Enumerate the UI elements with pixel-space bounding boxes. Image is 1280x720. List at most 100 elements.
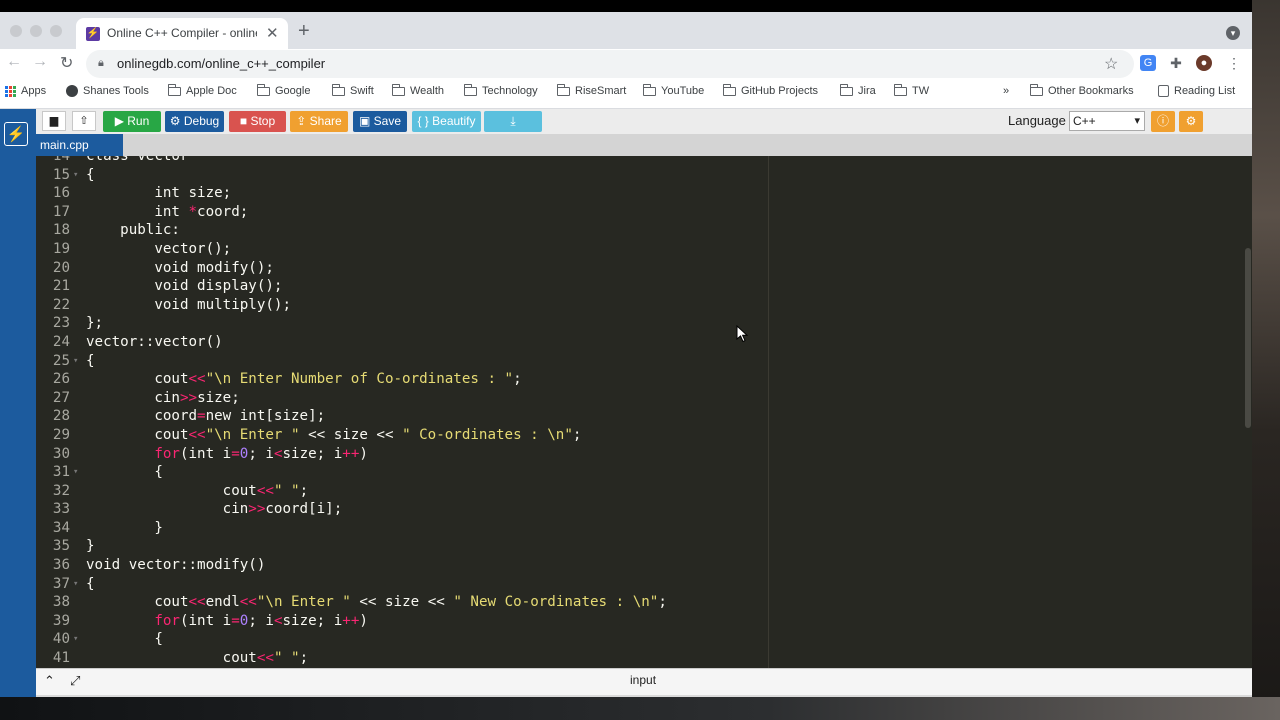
code-line[interactable]: 39 for(int i=0; i<size; i++) xyxy=(36,612,1236,631)
bookmark-swift[interactable]: Swift xyxy=(331,83,374,97)
language-select[interactable]: C++ xyxy=(1069,111,1145,131)
tab-close-icon[interactable]: ✕ xyxy=(266,24,279,42)
extensions-puzzle-icon[interactable]: ✚ xyxy=(1168,55,1184,71)
bookmark-apps[interactable]: Apps xyxy=(5,85,46,97)
code-line[interactable]: 24 vector::vector() xyxy=(36,333,1236,352)
code-line[interactable]: 22 void multiply(); xyxy=(36,296,1236,315)
code-line[interactable]: 14 class vector xyxy=(36,156,1236,166)
code-text[interactable]: vector(); xyxy=(86,240,231,259)
address-bar[interactable]: 🔒︎ onlinegdb.com/online_c++_compiler ☆ xyxy=(86,50,1134,78)
code-line[interactable]: 19 vector(); xyxy=(36,240,1236,259)
fold-toggle-icon[interactable]: ▾ xyxy=(73,630,78,649)
code-text[interactable]: { xyxy=(86,463,163,482)
bookmark-star-icon[interactable]: ☆ xyxy=(1104,54,1118,74)
browser-tab[interactable]: ⚡ Online C++ Compiler - online e ✕ xyxy=(76,18,288,49)
code-text[interactable]: { xyxy=(86,575,95,594)
reading-list-button[interactable]: Reading List xyxy=(1158,85,1235,97)
bookmark-shanes-tools[interactable]: Shanes Tools xyxy=(66,85,149,97)
code-text[interactable]: cout<<"\n Enter Number of Co-ordinates :… xyxy=(86,370,521,389)
code-text[interactable]: { xyxy=(86,352,95,371)
code-text[interactable]: { xyxy=(86,630,163,649)
bookmark-technology[interactable]: Technology xyxy=(463,83,538,97)
code-text[interactable]: for(int i=0; i<size; i++) xyxy=(86,612,368,631)
code-text[interactable]: void display(); xyxy=(86,277,282,296)
code-line[interactable]: 28 coord=new int[size]; xyxy=(36,407,1236,426)
code-lines[interactable]: 14 class vector 15 ▾{16 int size; 17 int *co… xyxy=(36,156,1236,668)
profile-avatar[interactable]: ● xyxy=(1196,55,1212,71)
bookmark-github-projects[interactable]: GitHub Projects xyxy=(722,83,818,97)
code-text[interactable]: vector::vector() xyxy=(86,333,223,352)
back-icon[interactable]: ← xyxy=(6,53,22,71)
code-text[interactable]: public: xyxy=(86,221,180,240)
code-text[interactable]: int *coord; xyxy=(86,203,248,222)
collapse-caret-icon[interactable]: ⌃ xyxy=(44,673,55,689)
run-button[interactable]: ▶ Run xyxy=(103,111,161,132)
code-text[interactable]: cout<<"\n Enter " << size << " Co-ordina… xyxy=(86,426,581,445)
forward-icon[interactable]: → xyxy=(32,53,48,71)
expand-arrows-icon[interactable]: ⤢ xyxy=(70,673,80,689)
bookmark-youtube[interactable]: YouTube xyxy=(642,83,704,97)
upload-icon[interactable]: ⇧ xyxy=(72,111,96,131)
bookmark-wealth[interactable]: Wealth xyxy=(391,83,444,97)
code-line[interactable]: 33 cin>>coord[i]; xyxy=(36,500,1236,519)
bookmark-google[interactable]: Google xyxy=(256,83,310,97)
settings-gear-icon[interactable]: ⚙ xyxy=(1179,111,1203,132)
save-button[interactable]: ▣ Save xyxy=(353,111,407,132)
code-line[interactable]: 32 cout<<" "; xyxy=(36,482,1236,501)
code-line[interactable]: 36 void vector::modify() xyxy=(36,556,1236,575)
close-window-icon[interactable] xyxy=(10,25,22,37)
file-tab-main-cpp[interactable]: main.cpp xyxy=(36,134,123,156)
fold-toggle-icon[interactable]: ▾ xyxy=(73,166,78,185)
code-line[interactable]: 30 for(int i=0; i<size; i++) xyxy=(36,445,1236,464)
code-line[interactable]: 41 cout<<" "; xyxy=(36,649,1236,668)
code-text[interactable]: cin>>size; xyxy=(86,389,239,408)
code-line[interactable]: 25 ▾ { xyxy=(36,352,1236,371)
editor-scrollbar[interactable] xyxy=(1245,248,1251,428)
fold-toggle-icon[interactable]: ▾ xyxy=(73,463,78,482)
code-text[interactable]: } xyxy=(86,537,95,556)
info-icon[interactable]: ⓘ xyxy=(1151,111,1175,132)
bookmarks-overflow-icon[interactable]: » xyxy=(1003,85,1009,97)
code-line[interactable]: 29 cout<<"\n Enter " << size << " Co-ord… xyxy=(36,426,1236,445)
code-text[interactable]: cout<<" "; xyxy=(86,482,308,501)
download-button[interactable]: ⤓ xyxy=(484,111,542,132)
debug-button[interactable]: ⚙ Debug xyxy=(165,111,224,132)
bookmark-other-bookmarks[interactable]: Other Bookmarks xyxy=(1029,83,1134,97)
tab-search-icon[interactable]: ▾ xyxy=(1226,26,1240,40)
share-button[interactable]: ⇪ Share xyxy=(290,111,348,132)
code-line[interactable]: 37 ▾ { xyxy=(36,575,1236,594)
stop-button[interactable]: ■ Stop xyxy=(229,111,286,132)
fold-toggle-icon[interactable]: ▾ xyxy=(73,575,78,594)
code-line[interactable]: 18 public: xyxy=(36,221,1236,240)
url-text[interactable]: onlinegdb.com/online_c++_compiler xyxy=(117,56,325,71)
code-text[interactable]: }; xyxy=(86,314,103,333)
code-text[interactable]: for(int i=0; i<size; i++) xyxy=(86,445,368,464)
new-tab-icon[interactable]: + xyxy=(298,21,310,41)
input-tab-label[interactable]: input xyxy=(630,673,656,687)
translate-extension-icon[interactable]: G xyxy=(1140,55,1156,71)
fold-toggle-icon[interactable]: ▾ xyxy=(73,352,78,371)
new-file-icon[interactable]: ▆ xyxy=(42,111,66,131)
code-text[interactable]: void vector::modify() xyxy=(86,556,265,575)
code-line[interactable]: 23}; xyxy=(36,314,1236,333)
reload-icon[interactable]: ↻ xyxy=(60,53,73,73)
code-line[interactable]: 38 cout<<endl<<"\n Enter " << size << " … xyxy=(36,593,1236,612)
bookmark-apple-doc[interactable]: Apple Doc xyxy=(167,83,237,97)
beautify-button[interactable]: { } Beautify xyxy=(412,111,481,132)
code-line[interactable]: 34 } xyxy=(36,519,1236,538)
code-line[interactable]: 35} xyxy=(36,537,1236,556)
code-line[interactable]: 40 ▾ { xyxy=(36,630,1236,649)
code-line[interactable]: 15 ▾ { xyxy=(36,166,1236,185)
code-line[interactable]: 20 void modify(); xyxy=(36,259,1236,278)
code-text[interactable]: int size; xyxy=(86,184,231,203)
code-line[interactable]: 17 int *coord; xyxy=(36,203,1236,222)
code-text[interactable]: class vector xyxy=(86,156,189,166)
maximize-window-icon[interactable] xyxy=(50,25,62,37)
bookmark-jira[interactable]: Jira xyxy=(839,83,876,97)
onlinegdb-logo-icon[interactable]: ⚡ xyxy=(4,122,28,146)
code-text[interactable]: cout<<endl<<"\n Enter " << size << " New… xyxy=(86,593,667,612)
code-line[interactable]: 26 cout<<"\n Enter Number of Co-ordinate… xyxy=(36,370,1236,389)
code-line[interactable]: 31 ▾ { xyxy=(36,463,1236,482)
code-line[interactable]: 27 cin>>size; xyxy=(36,389,1236,408)
code-text[interactable]: cout<<" "; xyxy=(86,649,308,668)
